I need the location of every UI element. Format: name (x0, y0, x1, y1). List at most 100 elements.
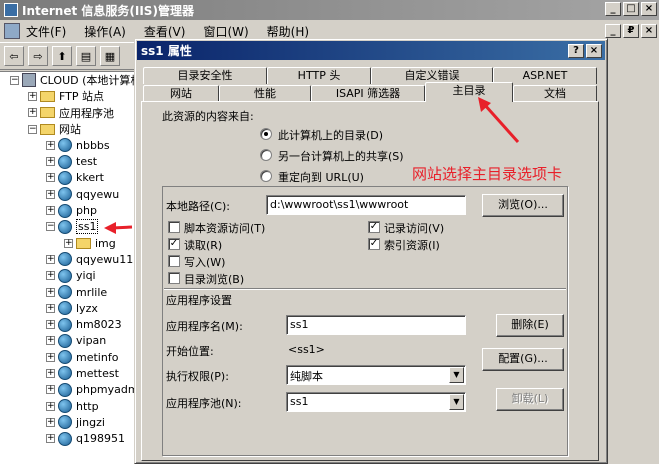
dropdown-arrow-icon[interactable]: ▼ (449, 367, 464, 383)
maximize-button[interactable]: □ (623, 2, 639, 16)
tab-http-headers[interactable]: HTTP 头 (267, 67, 371, 84)
configure-button[interactable]: 配置(G)... (482, 348, 564, 371)
expand-icon[interactable]: + (46, 385, 55, 395)
tree-item-site[interactable]: + mrlile (0, 284, 136, 300)
expand-icon[interactable]: + (46, 401, 55, 411)
local-path-input[interactable]: d:\wwwroot\ss1\wwwroot (266, 195, 466, 215)
tree-item-site[interactable]: + php (0, 202, 136, 218)
radio-network-share[interactable] (260, 149, 272, 161)
tree-item-site[interactable]: + yiqi (0, 268, 136, 284)
tab-isapi-filters[interactable]: ISAPI 筛选器 (311, 85, 425, 102)
expand-icon[interactable]: + (46, 157, 55, 167)
expand-icon[interactable]: + (46, 206, 55, 216)
tab-directory-security[interactable]: 目录安全性 (143, 67, 267, 84)
tree-item-site[interactable]: + qqyewu11 (0, 251, 136, 267)
radio-local-directory-label[interactable]: 此计算机上的目录(D) (278, 127, 383, 143)
chk-index-resource-label[interactable]: 索引资源(I) (384, 237, 440, 253)
expand-icon[interactable]: + (46, 140, 55, 150)
chk-write[interactable] (168, 255, 180, 267)
tree-item-site[interactable]: + kkert (0, 170, 136, 186)
collapse-icon[interactable]: − (46, 222, 55, 232)
chk-write-label[interactable]: 写入(W) (184, 254, 225, 270)
mmc-doc-icon[interactable] (4, 23, 20, 39)
tree-item-site[interactable]: + hm8023 (0, 316, 136, 332)
expand-icon[interactable]: + (46, 417, 55, 427)
expand-icon[interactable]: + (28, 108, 37, 118)
expand-icon[interactable]: + (46, 287, 55, 297)
back-arrow-icon[interactable]: ⇦ (4, 46, 24, 66)
collapse-icon[interactable]: − (28, 124, 37, 134)
browse-button[interactable]: 浏览(O)... (482, 194, 564, 217)
exec-permissions-select[interactable]: 纯脚本 ▼ (286, 365, 466, 385)
tree-item-site[interactable]: + mettest (0, 365, 136, 381)
dropdown-arrow-icon[interactable]: ▼ (449, 394, 464, 410)
chk-dir-browse[interactable] (168, 272, 180, 284)
expand-icon[interactable]: + (46, 254, 55, 264)
tree-item-site[interactable]: + jingzi (0, 414, 136, 430)
chk-dir-browse-label[interactable]: 目录浏览(B) (184, 271, 244, 287)
expand-icon[interactable]: + (46, 189, 55, 199)
app-pool-select[interactable]: ss1 ▼ (286, 392, 466, 412)
chk-script-source-label[interactable]: 脚本资源访问(T) (184, 220, 265, 236)
menu-file[interactable]: 文件(F) (26, 23, 66, 40)
tree-item-site[interactable]: + nbbbs (0, 137, 136, 153)
expand-icon[interactable]: + (46, 352, 55, 362)
tree-item-site[interactable]: + phpmyadmi (0, 382, 136, 398)
expand-icon[interactable]: + (46, 434, 55, 444)
app-name-input[interactable]: ss1 (286, 315, 466, 335)
close-button[interactable]: × (641, 2, 657, 16)
radio-redirect-url-label[interactable]: 重定向到 URL(U) (278, 169, 364, 185)
tree-item-site[interactable]: + metinfo (0, 349, 136, 365)
expand-icon[interactable]: + (46, 368, 55, 378)
forward-arrow-icon[interactable]: ⇨ (28, 46, 48, 66)
collapse-icon[interactable]: − (10, 75, 19, 85)
tree-item-site[interactable]: + q198951 (0, 431, 136, 447)
chk-log-visits-label[interactable]: 记录访问(V) (384, 220, 444, 236)
tree-item-site[interactable]: + lyzx (0, 300, 136, 316)
expand-icon[interactable]: + (28, 91, 37, 101)
tree-item-websites[interactable]: − 网站 (0, 121, 136, 137)
mdi-restore-button[interactable]: ₽ (623, 24, 639, 38)
tab-documents[interactable]: 文档 (513, 85, 597, 102)
radio-local-directory[interactable] (260, 128, 272, 140)
expand-icon[interactable]: + (64, 238, 73, 248)
up-folder-icon[interactable]: ⬆ (52, 46, 72, 66)
tree-root[interactable]: − CLOUD (本地计算机 (0, 72, 136, 88)
tree-item-ftp[interactable]: + FTP 站点 (0, 88, 136, 104)
tree-item-site[interactable]: + vipan (0, 333, 136, 349)
expand-icon[interactable]: + (46, 336, 55, 346)
tab-performance[interactable]: 性能 (219, 85, 311, 102)
expand-icon[interactable]: + (46, 173, 55, 183)
menu-view[interactable]: 查看(V) (144, 23, 186, 40)
chk-index-resource[interactable]: ✓ (368, 238, 380, 250)
help-button[interactable]: ? (568, 44, 584, 58)
mdi-close-button[interactable]: × (641, 24, 657, 38)
tree-item-site[interactable]: + http (0, 398, 136, 414)
expand-icon[interactable]: + (46, 320, 55, 330)
remove-button[interactable]: 删除(E) (496, 314, 564, 337)
tree-item-site[interactable]: − ss1 (0, 219, 136, 235)
minimize-button[interactable]: _ (605, 2, 621, 16)
tree-item-img[interactable]: + img (0, 235, 136, 251)
tab-home-directory[interactable]: 主目录 (425, 82, 513, 102)
chk-script-source[interactable] (168, 221, 180, 233)
tree-item-site[interactable]: + test (0, 153, 136, 169)
chk-read-label[interactable]: 读取(R) (184, 237, 222, 253)
tree-item-apppools[interactable]: + 应用程序池 (0, 105, 136, 121)
expand-icon[interactable]: + (46, 271, 55, 281)
expand-icon[interactable]: + (46, 303, 55, 313)
radio-redirect-url[interactable] (260, 170, 272, 182)
tree-item-site[interactable]: + qqyewu (0, 186, 136, 202)
mdi-minimize-button[interactable]: _ (605, 24, 621, 38)
show-tree-icon[interactable]: ▤ (76, 46, 96, 66)
radio-network-share-label[interactable]: 另一台计算机上的共享(S) (278, 148, 404, 164)
chk-log-visits[interactable]: ✓ (368, 221, 380, 233)
dialog-close-button[interactable]: × (586, 44, 602, 58)
chk-read[interactable]: ✓ (168, 238, 180, 250)
menu-action[interactable]: 操作(A) (84, 23, 126, 40)
tab-website[interactable]: 网站 (143, 85, 219, 102)
properties-icon[interactable]: ▦ (100, 46, 120, 66)
menu-help[interactable]: 帮助(H) (267, 23, 309, 40)
unload-button[interactable]: 卸载(L) (496, 388, 564, 411)
menu-window[interactable]: 窗口(W) (203, 23, 248, 40)
